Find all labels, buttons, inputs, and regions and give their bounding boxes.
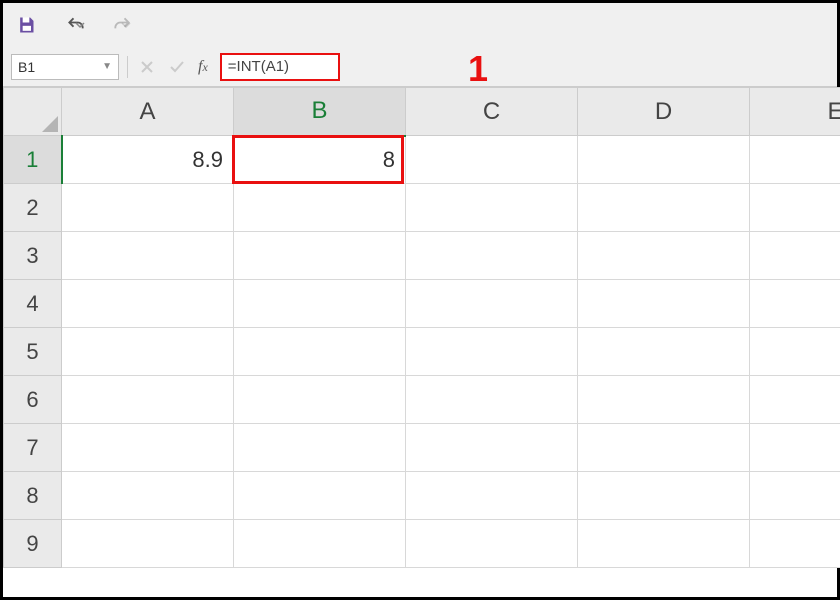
cancel-formula-button[interactable] [136,56,158,78]
cell-D2[interactable] [578,184,750,232]
grid: A B C D E 1 8.9 8 2 3 4 5 6 7 8 9 [3,87,840,568]
row-header-6[interactable]: 6 [4,376,62,424]
fx-icon[interactable]: fx [198,58,208,76]
cell-E5[interactable] [750,328,840,376]
cell-D3[interactable] [578,232,750,280]
cell-E6[interactable] [750,376,840,424]
cell-C5[interactable] [406,328,578,376]
cell-A5[interactable] [62,328,234,376]
col-header-C[interactable]: C [406,88,578,136]
cell-B1[interactable]: 8 [234,136,406,184]
formula-input[interactable]: =INT(A1) [220,53,340,81]
cell-C9[interactable] [406,520,578,568]
spreadsheet: A B C D E 1 8.9 8 2 3 4 5 6 7 8 9 [3,87,837,568]
col-header-B[interactable]: B [234,88,406,136]
cell-C7[interactable] [406,424,578,472]
name-box-value: B1 [18,59,35,75]
cell-E3[interactable] [750,232,840,280]
col-header-A[interactable]: A [62,88,234,136]
name-box[interactable]: B1 ▼ [11,54,119,80]
cell-C8[interactable] [406,472,578,520]
cell-B3[interactable] [234,232,406,280]
cell-D4[interactable] [578,280,750,328]
cell-C1[interactable] [406,136,578,184]
cell-A6[interactable] [62,376,234,424]
redo-dropdown-caret[interactable] [121,20,131,30]
cell-D7[interactable] [578,424,750,472]
quick-access-toolbar [3,3,837,47]
cell-A4[interactable] [62,280,234,328]
formula-bar: B1 ▼ fx =INT(A1) [3,47,837,87]
cell-C3[interactable] [406,232,578,280]
save-button[interactable] [13,12,39,38]
cell-A1[interactable]: 8.9 [62,136,234,184]
cell-B2[interactable] [234,184,406,232]
cell-D9[interactable] [578,520,750,568]
row-header-1[interactable]: 1 [4,136,62,184]
formula-text: =INT(A1) [228,58,289,75]
cell-C4[interactable] [406,280,578,328]
name-box-caret-icon: ▼ [102,61,112,72]
cell-E7[interactable] [750,424,840,472]
check-icon [169,59,185,75]
cell-B8[interactable] [234,472,406,520]
cell-C6[interactable] [406,376,578,424]
col-header-E[interactable]: E [750,88,840,136]
cell-E1[interactable] [750,136,840,184]
cell-D1[interactable] [578,136,750,184]
col-header-D[interactable]: D [578,88,750,136]
cell-E4[interactable] [750,280,840,328]
cell-E8[interactable] [750,472,840,520]
cell-A2[interactable] [62,184,234,232]
divider [127,56,128,78]
cell-D6[interactable] [578,376,750,424]
x-icon [139,59,155,75]
cell-A9[interactable] [62,520,234,568]
cell-B7[interactable] [234,424,406,472]
row-header-9[interactable]: 9 [4,520,62,568]
cell-E9[interactable] [750,520,840,568]
row-header-8[interactable]: 8 [4,472,62,520]
cell-D8[interactable] [578,472,750,520]
cell-A7[interactable] [62,424,234,472]
row-header-4[interactable]: 4 [4,280,62,328]
cell-A3[interactable] [62,232,234,280]
row-header-5[interactable]: 5 [4,328,62,376]
row-header-7[interactable]: 7 [4,424,62,472]
cell-B5[interactable] [234,328,406,376]
confirm-formula-button[interactable] [166,56,188,78]
cell-B6[interactable] [234,376,406,424]
cell-A8[interactable] [62,472,234,520]
cell-B4[interactable] [234,280,406,328]
cell-B9[interactable] [234,520,406,568]
cell-D5[interactable] [578,328,750,376]
cell-C2[interactable] [406,184,578,232]
row-header-3[interactable]: 3 [4,232,62,280]
save-icon [16,15,36,35]
cell-E2[interactable] [750,184,840,232]
row-header-2[interactable]: 2 [4,184,62,232]
undo-dropdown-caret[interactable] [75,20,85,30]
select-all-corner[interactable] [4,88,62,136]
